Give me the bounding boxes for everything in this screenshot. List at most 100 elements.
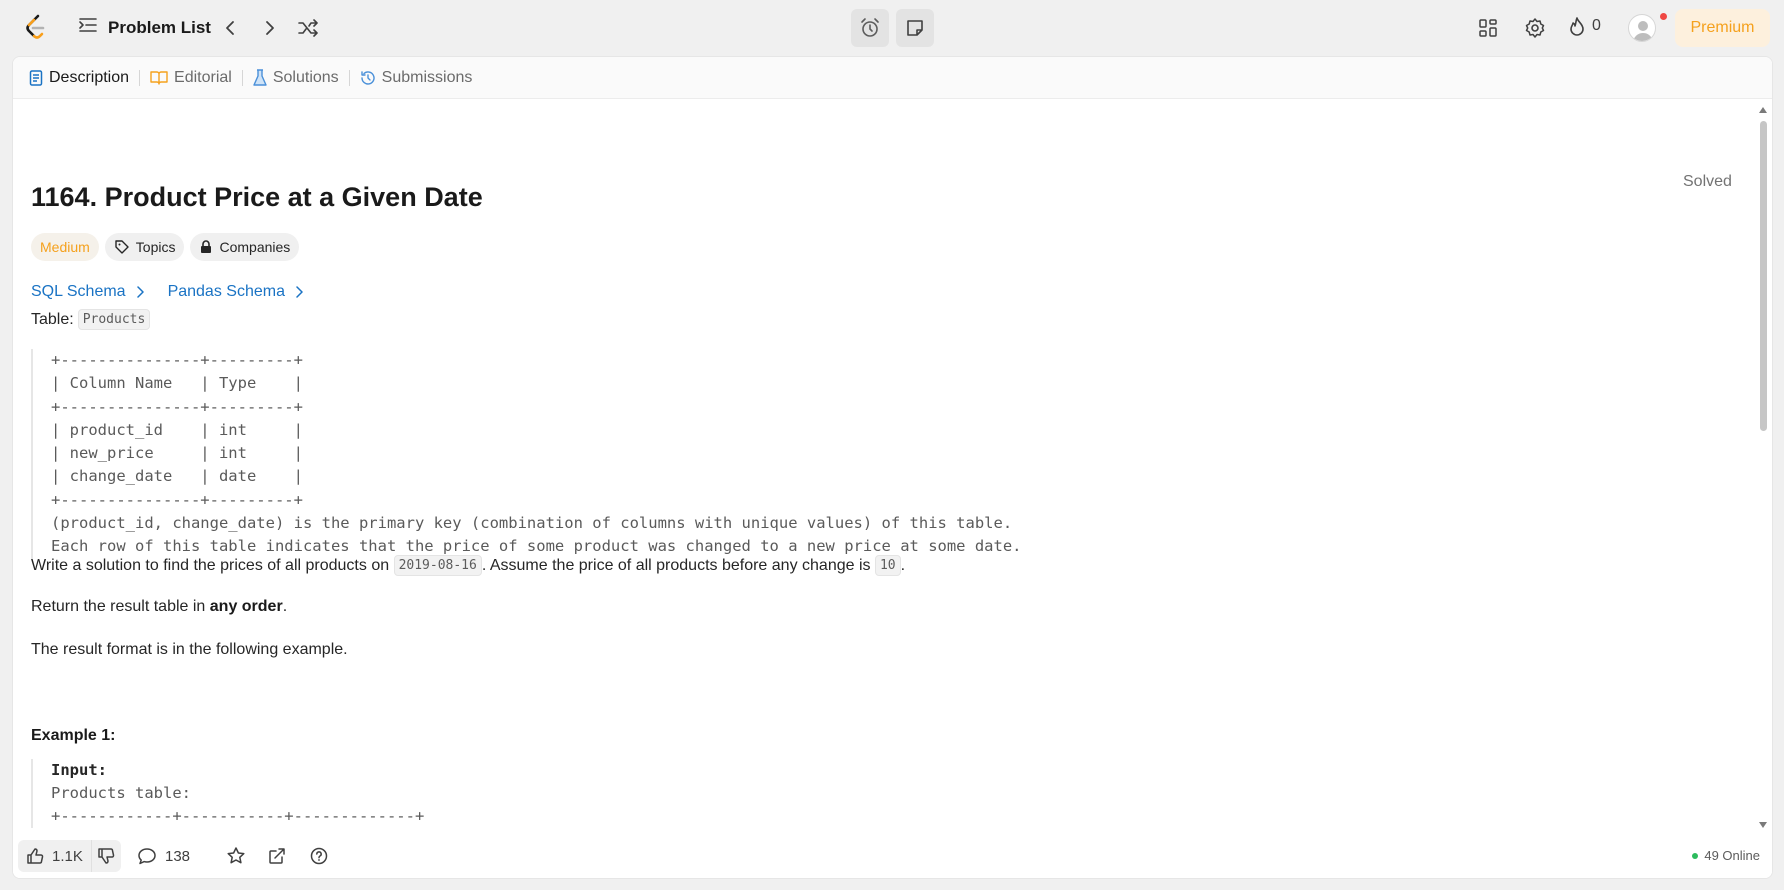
document-icon (29, 69, 43, 86)
tag-chips: Medium Topics Companies (31, 233, 300, 261)
problem-list-label: Problem List (108, 17, 211, 37)
default-price-code: 10 (874, 555, 901, 576)
desc1-text-c: . (900, 556, 906, 574)
layout-button[interactable] (1476, 16, 1500, 40)
desc1-text-b: . Assume the price of all products befor… (481, 556, 875, 574)
shuffle-icon (298, 19, 318, 37)
example-block: Input: Products table: +------------+-----… (31, 759, 424, 828)
example-input-label: Input: (51, 761, 107, 779)
tab-editorial[interactable]: Editorial (150, 69, 242, 87)
tab-editorial-label: Editorial (174, 68, 232, 86)
scroll-thumb[interactable] (1760, 121, 1767, 431)
tag-icon (115, 240, 129, 254)
flask-icon (253, 68, 267, 86)
next-problem-button[interactable] (258, 16, 282, 40)
chevron-right-icon (136, 286, 144, 298)
question-circle-icon (310, 847, 328, 865)
notification-dot (1660, 13, 1667, 20)
sql-schema-label: SQL Schema (31, 283, 126, 300)
scroll-up-arrow-icon[interactable] (1759, 107, 1767, 113)
solved-status: Solved (1683, 173, 1731, 191)
leetcode-logo-icon[interactable] (24, 14, 48, 42)
alarm-clock-icon (861, 18, 879, 37)
streak-counter[interactable]: 0 (1568, 16, 1601, 36)
settings-button[interactable] (1523, 16, 1547, 40)
chevron-left-icon (226, 21, 234, 35)
page-title: 1164. Product Price at a Given Date (31, 182, 483, 212)
tab-description[interactable]: Description (29, 69, 139, 87)
chevron-right-icon (296, 286, 303, 298)
topics-button[interactable]: Topics (104, 233, 185, 261)
random-problem-button[interactable] (296, 16, 320, 40)
schema-code-block: +---------------+---------+ | Column Nam… (31, 349, 1131, 559)
online-indicator: 49 Online (1692, 848, 1760, 863)
topics-label: Topics (135, 239, 176, 255)
thumbs-up-icon (27, 848, 44, 864)
date-code: 2019-08-16 (393, 555, 482, 576)
comment-count: 138 (165, 847, 191, 865)
table-name-code: Products (77, 309, 151, 330)
dislike-button[interactable] (90, 840, 121, 872)
book-icon (150, 70, 168, 85)
desc2-text-a: Return the result table in (31, 598, 210, 615)
problem-list-button[interactable]: Problem List (78, 16, 211, 39)
prev-problem-button[interactable] (218, 16, 242, 40)
table-name-line: Table: Products (31, 309, 151, 330)
companies-label: Companies (219, 239, 291, 255)
pandas-schema-label: Pandas Schema (167, 283, 285, 300)
sql-schema-link[interactable]: SQL Schema (31, 283, 144, 301)
comments-button[interactable]: 138 (137, 847, 190, 865)
star-icon (227, 847, 245, 864)
online-dot-icon (1692, 852, 1699, 859)
lock-icon (201, 240, 212, 253)
description-paragraph-1: Write a solution to find the prices of a… (31, 555, 905, 576)
companies-button[interactable]: Companies (190, 233, 300, 261)
desc3-text: The result format is in the following ex… (31, 641, 348, 658)
list-icon (78, 16, 98, 39)
online-count: 49 Online (1704, 848, 1760, 863)
tab-divider (241, 69, 243, 86)
pandas-schema-link[interactable]: Pandas Schema (168, 283, 303, 301)
help-button[interactable] (309, 846, 329, 866)
favorite-button[interactable] (226, 846, 246, 866)
example-heading: Example 1: (31, 727, 116, 744)
desc1-text-a: Write a solution to find the prices of a… (31, 556, 394, 574)
desc2-text-c: . (282, 598, 288, 615)
difficulty-badge: Medium (31, 233, 99, 261)
share-button[interactable] (267, 846, 287, 866)
like-button[interactable]: 1.1K (18, 840, 91, 872)
solved-label: Solved (1683, 173, 1731, 190)
top-navbar: Problem List 0 Premium (0, 0, 1784, 56)
history-icon (360, 70, 375, 85)
like-count: 1.1K (52, 847, 83, 865)
tab-solutions[interactable]: Solutions (253, 69, 349, 87)
external-link-icon (269, 848, 285, 864)
schema-links: SQL Schema Pandas Schema (31, 283, 303, 301)
tab-solutions-label: Solutions (272, 68, 339, 86)
bottom-action-bar: 1.1K 138 49 Online (13, 834, 1772, 878)
scroll-down-arrow-icon[interactable] (1759, 822, 1767, 828)
scrollbar[interactable] (1758, 105, 1768, 830)
tab-description-label: Description (49, 68, 130, 86)
streak-count: 0 (1592, 17, 1601, 34)
vote-group: 1.1K (18, 840, 121, 872)
gear-icon (1525, 18, 1545, 38)
user-avatar-icon (1633, 21, 1653, 41)
note-icon (907, 20, 923, 36)
notes-button[interactable] (896, 9, 934, 47)
fire-icon (1570, 17, 1584, 36)
panel-tabs: Description Editorial Solutions Submissi… (13, 57, 1772, 99)
avatar[interactable] (1628, 14, 1656, 42)
description-paragraph-2: Return the result table in any order. (31, 598, 287, 616)
example-line: +------------+-----------+-------------+ (51, 807, 425, 825)
tab-divider (348, 69, 350, 86)
tab-divider (139, 69, 141, 86)
thumbs-down-icon (98, 848, 115, 864)
timer-button[interactable] (851, 9, 889, 47)
desc2-bold: any order (209, 598, 283, 615)
comment-icon (138, 848, 156, 865)
tab-submissions[interactable]: Submissions (360, 69, 483, 87)
premium-button[interactable]: Premium (1675, 9, 1770, 47)
description-panel: Description Editorial Solutions Submissi… (12, 56, 1773, 879)
tab-submissions-label: Submissions (381, 68, 473, 86)
